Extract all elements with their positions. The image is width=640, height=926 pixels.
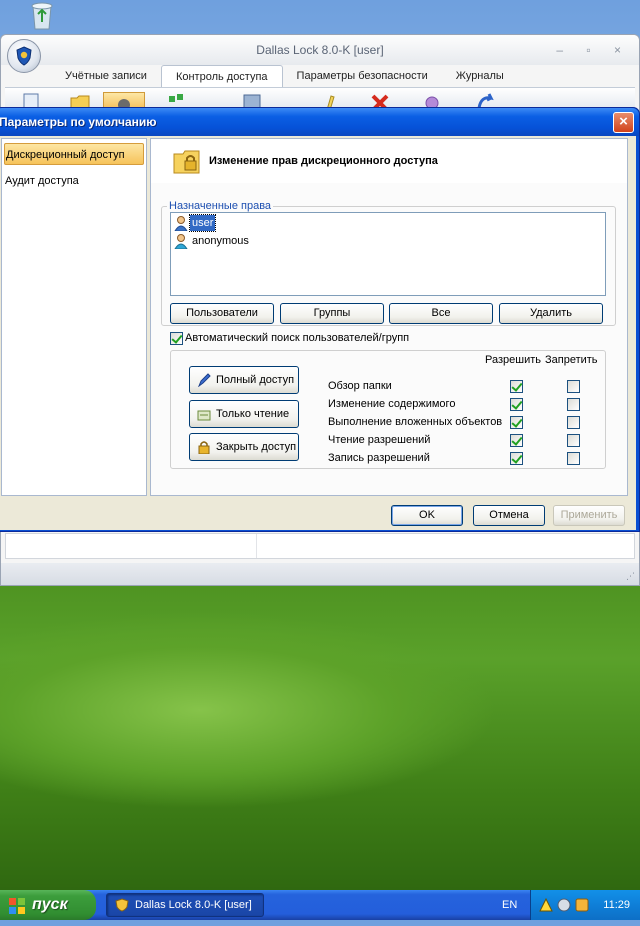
dialog-title-bar: Параметры по умолчанию bbox=[0, 108, 639, 136]
dialog-body: Дискреционный доступ Аудит доступа Измен… bbox=[0, 136, 636, 530]
close-access-label: Закрыть доступ bbox=[216, 441, 297, 453]
auto-search-label: Автоматический поиск пользователей/групп bbox=[185, 332, 410, 344]
taskbar-item-dallas-lock[interactable]: Dallas Lock 8.0-K [user] bbox=[106, 893, 264, 917]
apply-button[interactable]: Применить bbox=[553, 505, 625, 526]
main-title-bar: Dallas Lock 8.0-K [user] – ▫ × bbox=[1, 35, 639, 65]
folder-lock-icon bbox=[173, 148, 203, 177]
start-button[interactable]: пуск bbox=[0, 890, 96, 920]
language-indicator[interactable]: EN bbox=[502, 890, 517, 920]
column-separator bbox=[256, 534, 257, 558]
section-header: Изменение прав дискреционного доступа bbox=[151, 139, 627, 183]
taskbar-item-label: Dallas Lock 8.0-K [user] bbox=[135, 899, 252, 911]
permission-label: Изменение содержимого bbox=[328, 398, 456, 410]
start-label: пуск bbox=[32, 896, 68, 913]
user-icon bbox=[173, 233, 189, 250]
section-title: Изменение прав дискреционного доступа bbox=[209, 155, 438, 167]
permission-label: Обзор папки bbox=[328, 380, 392, 392]
lock-icon bbox=[197, 440, 211, 455]
permission-deny-checkbox[interactable] bbox=[567, 416, 580, 429]
tab-access-control[interactable]: Контроль доступа bbox=[160, 65, 283, 87]
close-access-button[interactable]: Закрыть доступ bbox=[189, 433, 299, 461]
full-access-label: Полный доступ bbox=[216, 374, 295, 386]
permission-deny-checkbox[interactable] bbox=[567, 380, 580, 393]
groups-button[interactable]: Группы bbox=[280, 303, 384, 324]
permission-label: Чтение разрешений bbox=[328, 434, 431, 446]
system-tray: 11:29 bbox=[530, 890, 640, 920]
permission-label: Выполнение вложенных объектов bbox=[328, 416, 503, 428]
permission-deny-checkbox[interactable] bbox=[567, 452, 580, 465]
auto-search-checkbox[interactable] bbox=[170, 332, 183, 345]
principals-list[interactable]: user anonymous bbox=[170, 212, 606, 296]
permission-allow-checkbox[interactable] bbox=[510, 380, 523, 393]
permission-deny-checkbox[interactable] bbox=[567, 398, 580, 411]
read-only-button[interactable]: Только чтение bbox=[189, 400, 299, 428]
taskbar: пуск Dallas Lock 8.0-K [user] EN 11:29 bbox=[0, 890, 640, 920]
recycle-bin-icon[interactable] bbox=[28, 0, 56, 30]
permission-label: Запись разрешений bbox=[328, 452, 430, 464]
app-logo-icon[interactable] bbox=[7, 39, 41, 73]
cancel-button[interactable]: Отмена bbox=[473, 505, 545, 526]
default-params-dialog: Параметры по умолчанию × Дискреционный д… bbox=[0, 107, 640, 532]
read-only-label: Только чтение bbox=[216, 408, 290, 420]
window-controls[interactable]: – ▫ × bbox=[556, 35, 631, 65]
full-access-button[interactable]: Полный доступ bbox=[189, 366, 299, 394]
clock: 11:29 bbox=[603, 899, 630, 911]
tab-logs[interactable]: Журналы bbox=[442, 65, 518, 87]
user-icon bbox=[173, 215, 189, 232]
shield-tray-icon[interactable] bbox=[557, 898, 571, 912]
permission-deny-checkbox[interactable] bbox=[567, 434, 580, 447]
dialog-content-pane: Изменение прав дискреционного доступа На… bbox=[150, 138, 628, 496]
allow-column-header: Разрешить bbox=[485, 354, 541, 366]
network-warning-icon[interactable] bbox=[539, 897, 553, 912]
ribbon-tabs: Учётные записи Контроль доступа Параметр… bbox=[51, 65, 518, 87]
deny-column-header: Запретить bbox=[545, 354, 598, 366]
dialog-title: Параметры по умолчанию bbox=[0, 115, 157, 129]
ok-button[interactable]: OK bbox=[391, 505, 463, 526]
principal-name: user bbox=[188, 214, 217, 232]
nav-item-access-audit[interactable]: Аудит доступа bbox=[4, 170, 144, 192]
main-window-title: Dallas Lock 8.0-K [user] bbox=[256, 43, 384, 57]
ribbon-toolbar bbox=[5, 87, 635, 112]
pen-icon bbox=[197, 373, 211, 388]
tab-security-params[interactable]: Параметры безопасности bbox=[283, 65, 442, 87]
dialog-nav-pane: Дискреционный доступ Аудит доступа bbox=[1, 138, 147, 496]
users-button[interactable]: Пользователи bbox=[170, 303, 274, 324]
tab-accounts[interactable]: Учётные записи bbox=[51, 65, 161, 87]
resize-grip-icon[interactable]: ⋰ bbox=[626, 571, 635, 582]
permission-allow-checkbox[interactable] bbox=[510, 434, 523, 447]
principal-name: anonymous bbox=[192, 235, 249, 247]
security-tray-icon[interactable] bbox=[575, 898, 589, 912]
assigned-rights-label: Назначенные права bbox=[167, 200, 274, 212]
windows-logo-icon bbox=[8, 896, 26, 914]
delete-button[interactable]: Удалить bbox=[499, 303, 603, 324]
read-icon bbox=[197, 407, 211, 421]
main-content-grid bbox=[5, 533, 635, 559]
shield-icon bbox=[115, 898, 129, 912]
permission-allow-checkbox[interactable] bbox=[510, 398, 523, 411]
dialog-close-button[interactable]: × bbox=[613, 112, 634, 133]
all-button[interactable]: Все bbox=[389, 303, 493, 324]
nav-item-discretionary-access[interactable]: Дискреционный доступ bbox=[4, 143, 144, 165]
desktop-wallpaper bbox=[0, 560, 640, 890]
permission-allow-checkbox[interactable] bbox=[510, 416, 523, 429]
main-status-bar: ⋰ bbox=[1, 563, 639, 585]
permission-allow-checkbox[interactable] bbox=[510, 452, 523, 465]
